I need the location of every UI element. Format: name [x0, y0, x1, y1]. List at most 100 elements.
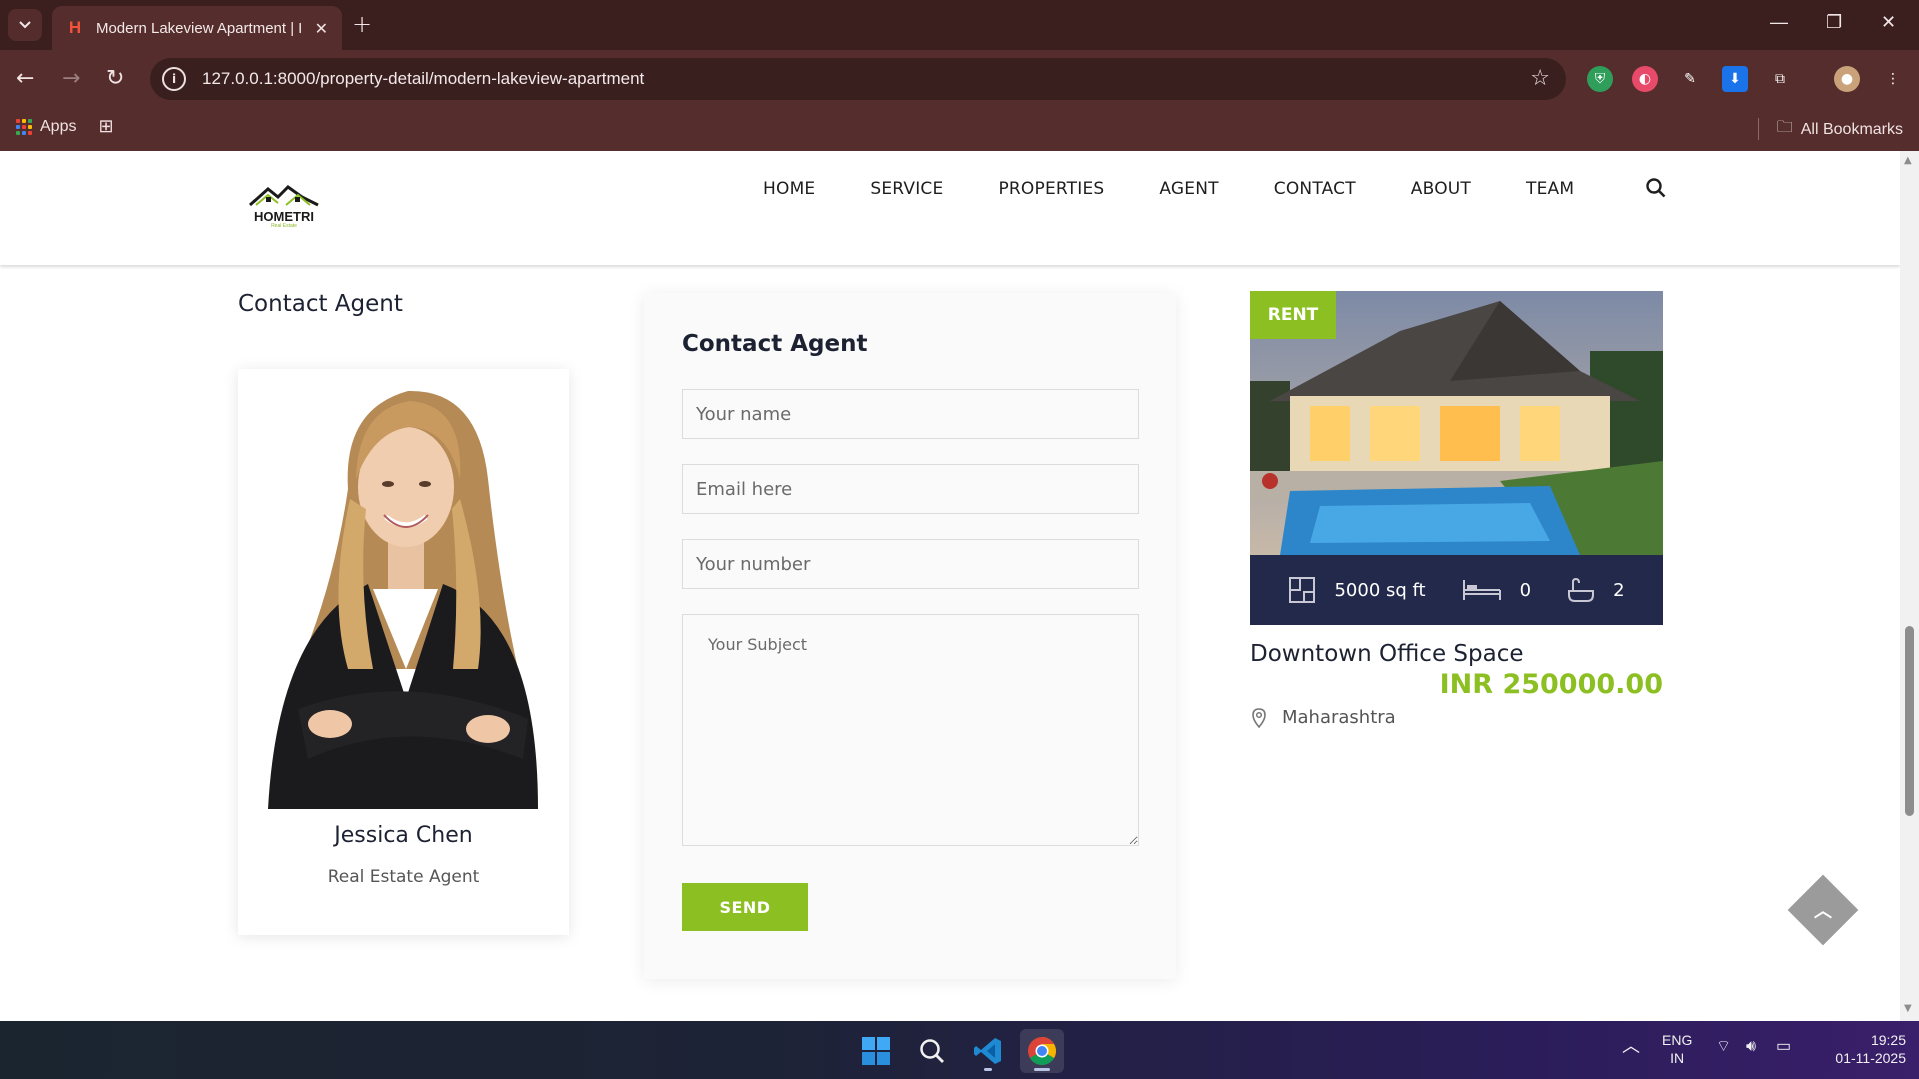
site-logo[interactable]: HOMETRI Real Estate: [246, 181, 322, 231]
browser-toolbar: ← → ↻ i 127.0.0.1:8000/property-detail/m…: [0, 50, 1919, 158]
profile-avatar[interactable]: ●: [1834, 66, 1860, 92]
close-window-icon[interactable]: ✕: [1881, 12, 1896, 33]
back-icon[interactable]: ←: [16, 66, 34, 91]
contact-form-title: Contact Agent: [682, 331, 868, 357]
restore-icon[interactable]: ❐: [1826, 12, 1842, 33]
tab-search-button[interactable]: [8, 9, 42, 41]
reload-icon[interactable]: ↻: [106, 66, 124, 91]
tab-groups-icon[interactable]: ⊞: [98, 116, 113, 137]
agent-role: Real Estate Agent: [327, 867, 480, 887]
house-roof-logo-icon: [249, 185, 319, 207]
url-text[interactable]: 127.0.0.1:8000/property-detail/modern-la…: [202, 69, 644, 89]
scroll-up-arrow-icon[interactable]: ▲: [1904, 155, 1912, 166]
start-windows-icon[interactable]: [854, 1029, 898, 1073]
phone-input[interactable]: [682, 539, 1139, 589]
new-tab-icon[interactable]: +: [352, 10, 372, 38]
all-bookmarks-button[interactable]: 🗀 All Bookmarks: [1777, 116, 1903, 143]
nav-contact[interactable]: CONTACT: [1274, 179, 1356, 199]
property-title[interactable]: Downtown Office Space: [1250, 641, 1524, 667]
site-info-icon[interactable]: i: [162, 67, 186, 91]
clock-date: 01-11-2025: [1835, 1050, 1906, 1066]
bed-icon: [1462, 580, 1501, 600]
clock-time: 19:25: [1870, 1032, 1906, 1048]
battery-icon[interactable]: ▭: [1776, 1038, 1791, 1056]
bathrooms-value: 2: [1613, 579, 1625, 601]
chevron-up-icon: ︿: [1814, 901, 1832, 922]
chevron-down-icon: [19, 21, 31, 29]
bedrooms-value: 0: [1519, 579, 1532, 601]
main-navigation: HOME SERVICE PROPERTIES AGENT CONTACT AB…: [763, 179, 1629, 199]
search-icon[interactable]: [1645, 177, 1667, 199]
scroll-down-arrow-icon[interactable]: ▼: [1904, 1003, 1912, 1014]
nav-properties[interactable]: PROPERTIES: [998, 179, 1104, 199]
stat-bathrooms: 2: [1567, 577, 1625, 603]
minimize-icon[interactable]: —: [1770, 12, 1788, 33]
address-bar[interactable]: i 127.0.0.1:8000/property-detail/modern-…: [150, 58, 1566, 100]
property-image[interactable]: RENT: [1250, 291, 1663, 555]
page-viewport: HOMETRI Real Estate HOME SERVICE PROPERT…: [0, 151, 1900, 1021]
scrollbar-thumb[interactable]: [1905, 626, 1914, 816]
agent-name: Jessica Chen: [334, 823, 473, 848]
property-price: INR 250000.00: [1439, 669, 1663, 700]
nav-home[interactable]: HOME: [763, 179, 815, 199]
wifi-icon[interactable]: ⌔: [1716, 1038, 1731, 1056]
folder-icon: 🗀: [1776, 119, 1793, 136]
area-value: 5000 sq ft: [1334, 579, 1426, 601]
volume-icon[interactable]: 🔊︎: [1746, 1038, 1756, 1056]
back-to-top-button[interactable]: ︿: [1787, 874, 1859, 946]
stat-bedrooms: 0: [1462, 578, 1531, 602]
page-scrollbar[interactable]: ▲ ▼: [1900, 151, 1919, 1021]
agent-photo: [238, 369, 569, 809]
logo-text: HOMETRI: [254, 209, 314, 224]
name-input[interactable]: [682, 389, 1139, 439]
tray-overflow-chevron-icon[interactable]: ︿: [1622, 1037, 1640, 1055]
nav-service[interactable]: SERVICE: [870, 179, 943, 199]
apps-label: Apps: [40, 117, 77, 135]
browser-tab-active[interactable]: H Modern Lakeview Apartment | H ✕: [52, 6, 342, 50]
site-header: HOMETRI Real Estate HOME SERVICE PROPERT…: [0, 151, 1900, 265]
download-extension-icon[interactable]: ⬇: [1722, 66, 1748, 92]
property-location: Maharashtra: [1250, 707, 1396, 728]
shield-extension-icon[interactable]: ⛨: [1587, 66, 1613, 92]
rent-badge: RENT: [1250, 291, 1336, 339]
all-bookmarks-label: All Bookmarks: [1800, 120, 1903, 138]
property-stats-bar: 5000 sq ft 0 2: [1250, 555, 1663, 625]
nav-about[interactable]: ABOUT: [1411, 179, 1471, 199]
browser-menu-icon[interactable]: ⋮: [1880, 66, 1906, 92]
tab-close-icon[interactable]: ✕: [315, 19, 328, 38]
logo-subtext: Real Estate: [271, 223, 297, 229]
browser-tabstrip: H Modern Lakeview Apartment | H ✕ + — ❐ …: [0, 0, 1919, 50]
taskbar-search-icon[interactable]: [910, 1029, 954, 1073]
vscode-icon[interactable]: [966, 1029, 1010, 1073]
chrome-icon[interactable]: [1020, 1029, 1064, 1073]
site-favicon-icon: H: [68, 18, 82, 37]
location-text: Maharashtra: [1282, 707, 1396, 728]
send-button[interactable]: SEND: [682, 883, 808, 931]
chrome-active-indicator: [1034, 1068, 1050, 1071]
language-code: ENG: [1662, 1032, 1693, 1048]
eyedropper-extension-icon[interactable]: ✎: [1677, 66, 1703, 92]
language-indicator[interactable]: ENG IN: [1662, 1031, 1692, 1067]
stat-area: 5000 sq ft: [1288, 576, 1426, 604]
map-pin-icon: [1252, 707, 1266, 728]
nav-team[interactable]: TEAM: [1526, 179, 1574, 199]
bookmarks-divider: [1758, 118, 1759, 140]
clock[interactable]: 19:25 01-11-2025: [1814, 1031, 1906, 1067]
devtools-extension-icon[interactable]: ◐: [1632, 66, 1658, 92]
bookmark-star-icon[interactable]: ☆: [1530, 66, 1550, 91]
nav-agent[interactable]: AGENT: [1159, 179, 1218, 199]
extensions-puzzle-icon[interactable]: ⧉: [1767, 66, 1793, 92]
forward-icon[interactable]: →: [62, 66, 80, 91]
apps-grid-icon: [16, 118, 32, 135]
region-code: IN: [1670, 1050, 1685, 1066]
vscode-running-indicator: [984, 1068, 992, 1071]
bathtub-icon: [1568, 577, 1595, 602]
tab-title: Modern Lakeview Apartment | H: [95, 19, 301, 37]
contact-form-card: Contact Agent SEND: [644, 293, 1176, 979]
agent-card[interactable]: Jessica Chen Real Estate Agent: [238, 369, 569, 935]
apps-shortcut[interactable]: Apps ⊞: [16, 116, 114, 137]
subject-textarea[interactable]: [682, 614, 1139, 846]
email-input[interactable]: [682, 464, 1139, 514]
agent-section-title: Contact Agent: [238, 291, 403, 317]
floor-plan-icon: [1289, 577, 1316, 603]
